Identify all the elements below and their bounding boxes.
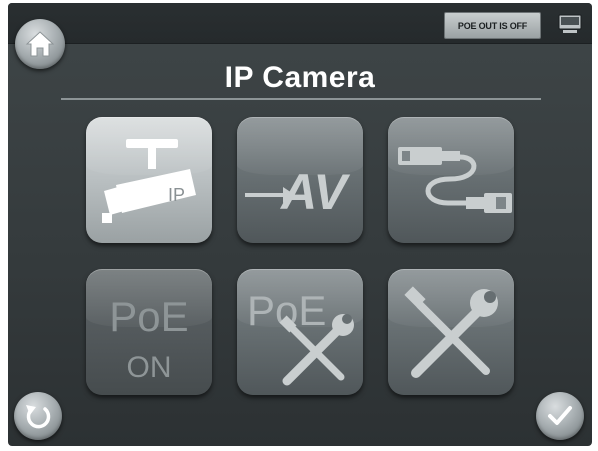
- confirm-button[interactable]: [536, 392, 584, 440]
- checkmark-icon: [548, 406, 572, 425]
- tile-ip-label: IP: [168, 185, 185, 205]
- tile-poe-on-label: ON: [127, 351, 172, 384]
- tile-tools[interactable]: [388, 269, 514, 395]
- title-divider: [61, 98, 541, 100]
- back-button[interactable]: [14, 392, 62, 440]
- tile-cable[interactable]: [388, 117, 514, 243]
- tile-poe-tools[interactable]: PoE: [237, 269, 363, 395]
- cable-icon: [398, 147, 512, 213]
- poe-on-icon: PoE ON: [109, 293, 188, 384]
- refresh-icon: [26, 405, 51, 429]
- ip-camera-icon: IP: [102, 139, 196, 223]
- av-icon: AV: [245, 164, 350, 220]
- tile-poe-on[interactable]: PoE ON: [86, 269, 212, 395]
- tile-ip-camera[interactable]: IP: [86, 117, 212, 243]
- home-icon: [25, 31, 55, 57]
- tile-av[interactable]: AV: [237, 117, 363, 243]
- tile-poe-label: PoE: [109, 293, 188, 340]
- monitor-icon[interactable]: [558, 14, 582, 34]
- tile-av-label: AV: [279, 164, 350, 220]
- poe-status-label: POE OUT IS OFF: [457, 20, 528, 31]
- poe-status-button[interactable]: POE OUT IS OFF: [444, 12, 541, 39]
- page-title: IP Camera: [224, 61, 376, 94]
- poe-tools-icon: PoE: [247, 287, 354, 386]
- device-screen: POE OUT IS OFF IP Camera IP AV PoE ON Po…: [8, 3, 592, 446]
- tools-icon: [404, 286, 498, 378]
